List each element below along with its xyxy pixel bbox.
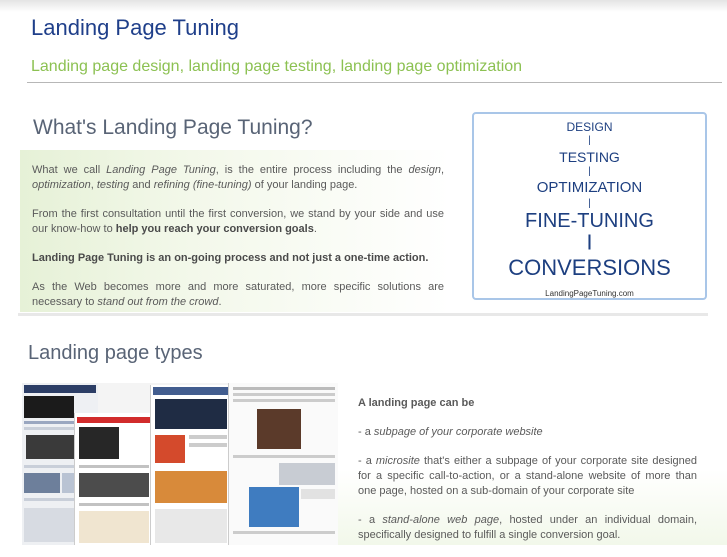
header-divider <box>27 82 722 83</box>
diagram-step-fine-tuning: FINE-TUNING <box>525 210 654 232</box>
types-text: A landing page can be - a subpage of you… <box>358 396 697 557</box>
intro-paragraph-1: What we call Landing Page Tuning, is the… <box>32 164 444 191</box>
intro-paragraph-4: As the Web becomes more and more saturat… <box>32 281 444 308</box>
site-tagline: Landing page design, landing page testin… <box>31 58 523 75</box>
intro-paragraph-2: From the first consultation until the fi… <box>32 208 444 235</box>
landing-pages-collage-image <box>22 383 338 545</box>
diagram-step-design: DESIGN <box>566 120 613 134</box>
diagram-url: LandingPageTuning.com <box>545 289 634 298</box>
diagram-separator: | <box>587 233 592 250</box>
collage-screenshot <box>228 383 338 545</box>
intro-paragraph-3: Landing Page Tuning is an on-going proce… <box>32 252 429 264</box>
collage-screenshot <box>150 385 231 545</box>
intro-text: What we call Landing Page Tuning, is the… <box>32 163 444 324</box>
diagram-step-conversions: CONVERSIONS <box>508 255 671 280</box>
site-title[interactable]: Landing Page Tuning <box>31 15 239 41</box>
top-gradient-band <box>0 0 727 12</box>
diagram-step-testing: TESTING <box>559 149 620 165</box>
diagram-separator: | <box>588 166 591 177</box>
diagram-separator: | <box>588 135 591 146</box>
collage-screenshot <box>74 413 153 545</box>
intro-bottom-divider <box>18 313 708 316</box>
types-item-standalone: - a stand-alone web page, hosted under a… <box>358 514 697 541</box>
tuning-process-diagram: DESIGN | TESTING | OPTIMIZATION | FINE-T… <box>472 112 707 300</box>
types-item-subpage: - a subpage of your corporate website <box>358 426 543 438</box>
diagram-step-optimization: OPTIMIZATION <box>536 179 643 196</box>
types-intro: A landing page can be <box>358 397 475 409</box>
intro-heading: What's Landing Page Tuning? <box>33 116 313 139</box>
diagram-separator: | <box>588 198 591 209</box>
types-item-microsite: - a microsite that's either a subpage of… <box>358 455 697 497</box>
types-heading: Landing page types <box>28 342 203 364</box>
